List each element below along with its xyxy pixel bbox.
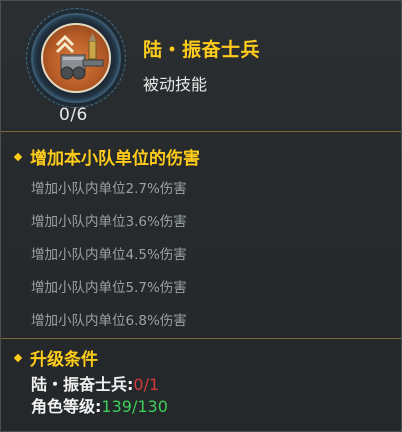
skill-tooltip-panel: 0/6 陆・振奋士兵 被动技能 增加本小队单位的伤害 增加小队内单位2.7%伤害… bbox=[0, 0, 402, 432]
diamond-bullet-icon bbox=[13, 353, 23, 362]
upgrade-section-title: 升级条件 bbox=[13, 345, 98, 370]
requirement-current: 139 bbox=[101, 397, 132, 416]
artillery-cannon-icon bbox=[41, 23, 111, 93]
upgrade-title-text: 升级条件 bbox=[30, 350, 98, 370]
effect-level-4: 增加小队内单位5.7%伤害 bbox=[31, 280, 187, 296]
requirement-label: 陆・振奋士兵: bbox=[31, 375, 134, 394]
diamond-bullet-icon bbox=[13, 152, 23, 161]
skill-level: 0/6 bbox=[59, 105, 88, 125]
effect-level-3: 增加小队内单位4.5%伤害 bbox=[31, 247, 187, 263]
effects-title-text: 增加本小队单位的伤害 bbox=[30, 149, 200, 169]
skill-name: 陆・振奋士兵 bbox=[143, 39, 261, 61]
skill-type: 被动技能 bbox=[143, 75, 208, 94]
effects-section-title: 增加本小队单位的伤害 bbox=[13, 144, 200, 169]
effect-list: 增加小队内单位2.7%伤害 增加小队内单位3.6%伤害 增加小队内单位4.5%伤… bbox=[31, 173, 187, 338]
section-divider bbox=[1, 338, 401, 339]
requirement-required: /130 bbox=[131, 397, 168, 416]
requirement-required: /1 bbox=[143, 375, 160, 394]
effect-level-5: 增加小队内单位6.8%伤害 bbox=[31, 313, 187, 329]
requirement-prereq-skill: 陆・振奋士兵:0/1 bbox=[31, 371, 159, 395]
skill-header: 0/6 陆・振奋士兵 被动技能 bbox=[1, 1, 401, 132]
effect-level-2: 增加小队内单位3.6%伤害 bbox=[31, 214, 187, 230]
requirement-current: 0 bbox=[133, 375, 144, 394]
requirement-label: 角色等级: bbox=[31, 397, 102, 416]
requirement-character-level: 角色等级:139/130 bbox=[31, 393, 168, 417]
effect-level-1: 增加小队内单位2.7%伤害 bbox=[31, 181, 187, 197]
